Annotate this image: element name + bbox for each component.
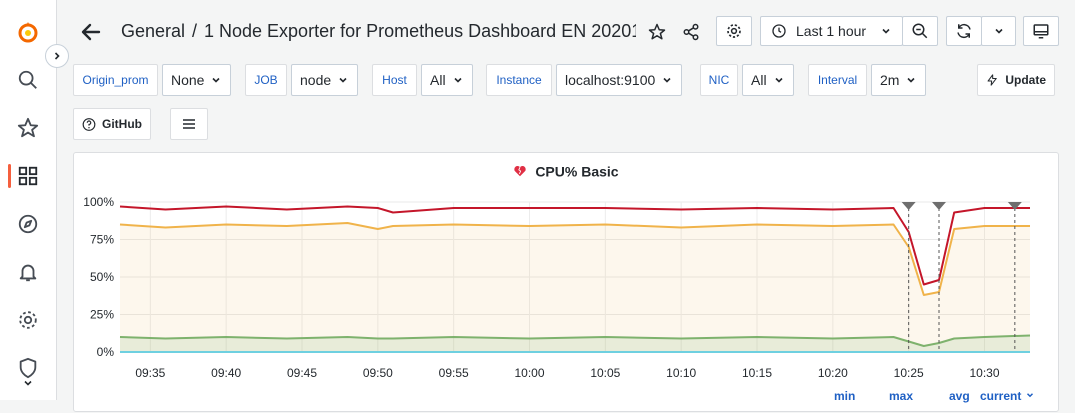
- x-tick-label: 10:30: [969, 366, 999, 380]
- chevron-down-icon: [905, 74, 917, 86]
- y-tick-label: 100%: [83, 195, 114, 209]
- active-indicator: [8, 164, 11, 188]
- chevron-down-icon[interactable]: [22, 376, 34, 394]
- y-axis-ticks: 100% 75% 50% 25% 0%: [83, 195, 114, 359]
- variable-value: All: [430, 72, 446, 88]
- x-tick-label: 09:35: [135, 366, 165, 380]
- x-tick-label: 10:00: [514, 366, 544, 380]
- variable-label-origin-prom: Origin_prom: [73, 64, 158, 96]
- update-label: Update: [1005, 73, 1046, 87]
- legend-header-current[interactable]: current: [980, 389, 1035, 403]
- alerting-icon[interactable]: [15, 259, 41, 285]
- cpu-basic-panel: CPU% Basic 100% 75% 50% 25% 0% 09:35 09:40 09:…: [73, 152, 1059, 412]
- variable-select-instance[interactable]: localhost:9100: [556, 64, 683, 96]
- cog-icon: [727, 24, 741, 38]
- view-mode-button[interactable]: [1023, 16, 1059, 46]
- starred-icon[interactable]: [15, 115, 41, 141]
- menu-icon: [183, 119, 195, 129]
- time-picker-button[interactable]: Last 1 hour: [760, 16, 903, 46]
- sidebar-toggle-button[interactable]: [45, 44, 69, 68]
- star-icon[interactable]: [646, 21, 668, 43]
- chart-fills: [120, 223, 1030, 352]
- dashboard-links-menu-button[interactable]: [170, 108, 208, 140]
- x-tick-label: 10:15: [742, 366, 772, 380]
- variable-value: None: [171, 72, 205, 88]
- variable-label-host: Host: [372, 64, 417, 96]
- configuration-icon[interactable]: [15, 307, 41, 333]
- chevron-down-icon: [210, 74, 222, 86]
- update-button[interactable]: Update: [977, 64, 1055, 96]
- variable-label-interval: Interval: [808, 64, 867, 96]
- grafana-logo[interactable]: [15, 19, 41, 45]
- x-tick-label: 10:20: [818, 366, 848, 380]
- x-tick-label: 10:25: [894, 366, 924, 380]
- variable-value: 2m: [880, 72, 900, 88]
- variable-value: localhost:9100: [565, 72, 656, 88]
- chevron-down-icon: [661, 74, 673, 86]
- y-tick-label: 0%: [97, 345, 115, 359]
- y-tick-label: 75%: [90, 233, 114, 247]
- share-icon[interactable]: [680, 21, 702, 43]
- explore-icon[interactable]: [15, 211, 41, 237]
- y-tick-label: 50%: [90, 270, 114, 284]
- legend-header-avg[interactable]: avg: [949, 389, 970, 403]
- variable-select-origin-prom[interactable]: None: [162, 64, 232, 96]
- monitor-icon: [1033, 24, 1049, 39]
- zoom-out-button[interactable]: [902, 16, 938, 46]
- refresh-button[interactable]: [946, 16, 982, 46]
- clock-icon: [772, 24, 786, 38]
- search-icon[interactable]: [15, 67, 41, 93]
- annotation-marker: [932, 202, 946, 210]
- panel-title-text: CPU% Basic: [535, 163, 619, 180]
- chevron-down-icon: [882, 28, 890, 34]
- back-arrow-icon[interactable]: [79, 20, 103, 49]
- breadcrumb-folder[interactable]: General: [121, 21, 185, 42]
- question-circle-icon: [82, 117, 96, 131]
- x-axis-ticks: 09:35 09:40 09:45 09:50 09:55 10:00 10:05 10:10…: [135, 366, 1000, 380]
- legend-header-max[interactable]: max: [889, 389, 913, 403]
- variable-label-job: JOB: [245, 64, 287, 96]
- github-label: GitHub: [102, 117, 142, 131]
- variable-label-instance: Instance: [486, 64, 552, 96]
- bolt-icon: [987, 74, 997, 86]
- legend-header-min[interactable]: min: [834, 389, 855, 403]
- chevron-down-icon: [337, 74, 349, 86]
- x-tick-label: 09:40: [211, 366, 241, 380]
- chevron-right-icon: [54, 52, 60, 60]
- dashboards-icon[interactable]: [15, 163, 41, 189]
- panel-title[interactable]: CPU% Basic: [74, 162, 1058, 179]
- variable-label-nic: NIC: [700, 64, 738, 96]
- series-fill: [120, 223, 1030, 352]
- x-tick-label: 09:55: [439, 366, 469, 380]
- x-tick-label: 09:50: [363, 366, 393, 380]
- dashboard-title[interactable]: 1 Node Exporter for Prometheus Dashboard…: [204, 21, 636, 42]
- chevron-down-icon: [773, 74, 785, 86]
- time-range-label: Last 1 hour: [796, 23, 867, 39]
- broken-heart-icon: [514, 166, 527, 177]
- github-link-button[interactable]: GitHub: [73, 108, 151, 140]
- dashboard-settings-button[interactable]: [716, 16, 752, 46]
- cpu-chart[interactable]: 100% 75% 50% 25% 0% 09:35 09:40 09:45 09:50 09:5…: [74, 181, 1058, 413]
- x-tick-label: 10:05: [590, 366, 620, 380]
- variable-select-interval[interactable]: 2m: [871, 64, 927, 96]
- chevron-down-icon: [1026, 393, 1033, 398]
- annotation-marker: [901, 202, 916, 210]
- legend-header-current-label: current: [980, 389, 1022, 403]
- breadcrumb-separator: /: [192, 21, 198, 41]
- x-tick-label: 09:45: [287, 366, 317, 380]
- variable-select-nic[interactable]: All: [742, 64, 794, 96]
- chevron-down-icon: [994, 28, 1003, 34]
- variable-value: All: [751, 72, 767, 88]
- variable-select-job[interactable]: node: [291, 64, 359, 96]
- variable-value: node: [300, 72, 332, 88]
- x-tick-label: 10:10: [666, 366, 696, 380]
- y-tick-label: 25%: [90, 308, 114, 322]
- dashboard-navbar: General / 1 Node Exporter for Prometheus…: [57, 0, 1075, 62]
- zoom-out-icon: [912, 23, 928, 39]
- variable-select-host[interactable]: All: [421, 64, 473, 96]
- refresh-interval-button[interactable]: [981, 16, 1016, 46]
- refresh-icon: [957, 23, 971, 39]
- chevron-down-icon: [452, 74, 464, 86]
